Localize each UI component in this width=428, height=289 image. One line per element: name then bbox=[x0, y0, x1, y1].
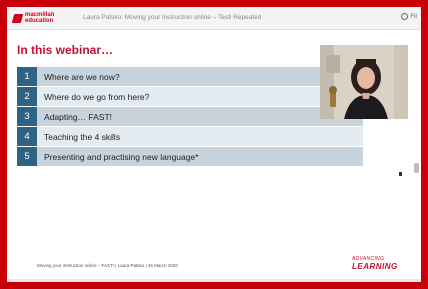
brand-big: LEARNING bbox=[352, 262, 398, 271]
scroll-handle[interactable] bbox=[414, 163, 419, 173]
slide-title: In this webinar… bbox=[17, 43, 114, 57]
logo-text: macmillan education bbox=[25, 12, 54, 24]
circle-icon bbox=[401, 13, 409, 20]
agenda-item: 4 Teaching the 4 skills bbox=[17, 127, 363, 146]
agenda-number: 2 bbox=[17, 87, 37, 106]
agenda-number: 3 bbox=[17, 107, 37, 126]
advancing-learning-brand: ADVANCING LEARNING bbox=[352, 256, 398, 271]
agenda-number: 4 bbox=[17, 127, 37, 146]
agenda-item: 5 Presenting and practising new language… bbox=[17, 147, 363, 166]
meeting-window: macmillan education Laura Patsko: Moving… bbox=[7, 7, 421, 282]
agenda-text: Where do we go from here? bbox=[37, 87, 363, 106]
agenda-text: Adapting… FAST! bbox=[37, 107, 363, 126]
agenda-item: 3 Adapting… FAST! bbox=[17, 107, 363, 126]
slide-footer: Moving your instruction online – FAST! |… bbox=[37, 263, 178, 268]
agenda-number: 1 bbox=[17, 67, 37, 86]
agenda-text: Presenting and practising new language* bbox=[37, 147, 363, 166]
bottom-strip bbox=[7, 279, 421, 282]
meeting-topbar: macmillan education Laura Patsko: Moving… bbox=[7, 7, 421, 30]
meeting-title: Laura Patsko: Moving your instruction on… bbox=[83, 14, 262, 21]
agenda-item: 1 Where are we now? bbox=[17, 67, 363, 86]
webcam-video bbox=[320, 45, 408, 119]
mouse-cursor-icon bbox=[399, 172, 402, 176]
presenter-webcam[interactable] bbox=[320, 45, 408, 119]
agenda-item: 2 Where do we go from here? bbox=[17, 87, 363, 106]
view-toggle-label: Fit bbox=[410, 13, 417, 20]
macmillan-logo: macmillan education bbox=[11, 12, 54, 24]
agenda-text: Teaching the 4 skills bbox=[37, 127, 363, 146]
view-toggle[interactable]: Fit bbox=[401, 13, 417, 20]
logo-line2: education bbox=[25, 18, 54, 24]
macmillan-logo-icon bbox=[11, 13, 24, 23]
agenda-text: Where are we now? bbox=[37, 67, 363, 86]
agenda-number: 5 bbox=[17, 147, 37, 166]
